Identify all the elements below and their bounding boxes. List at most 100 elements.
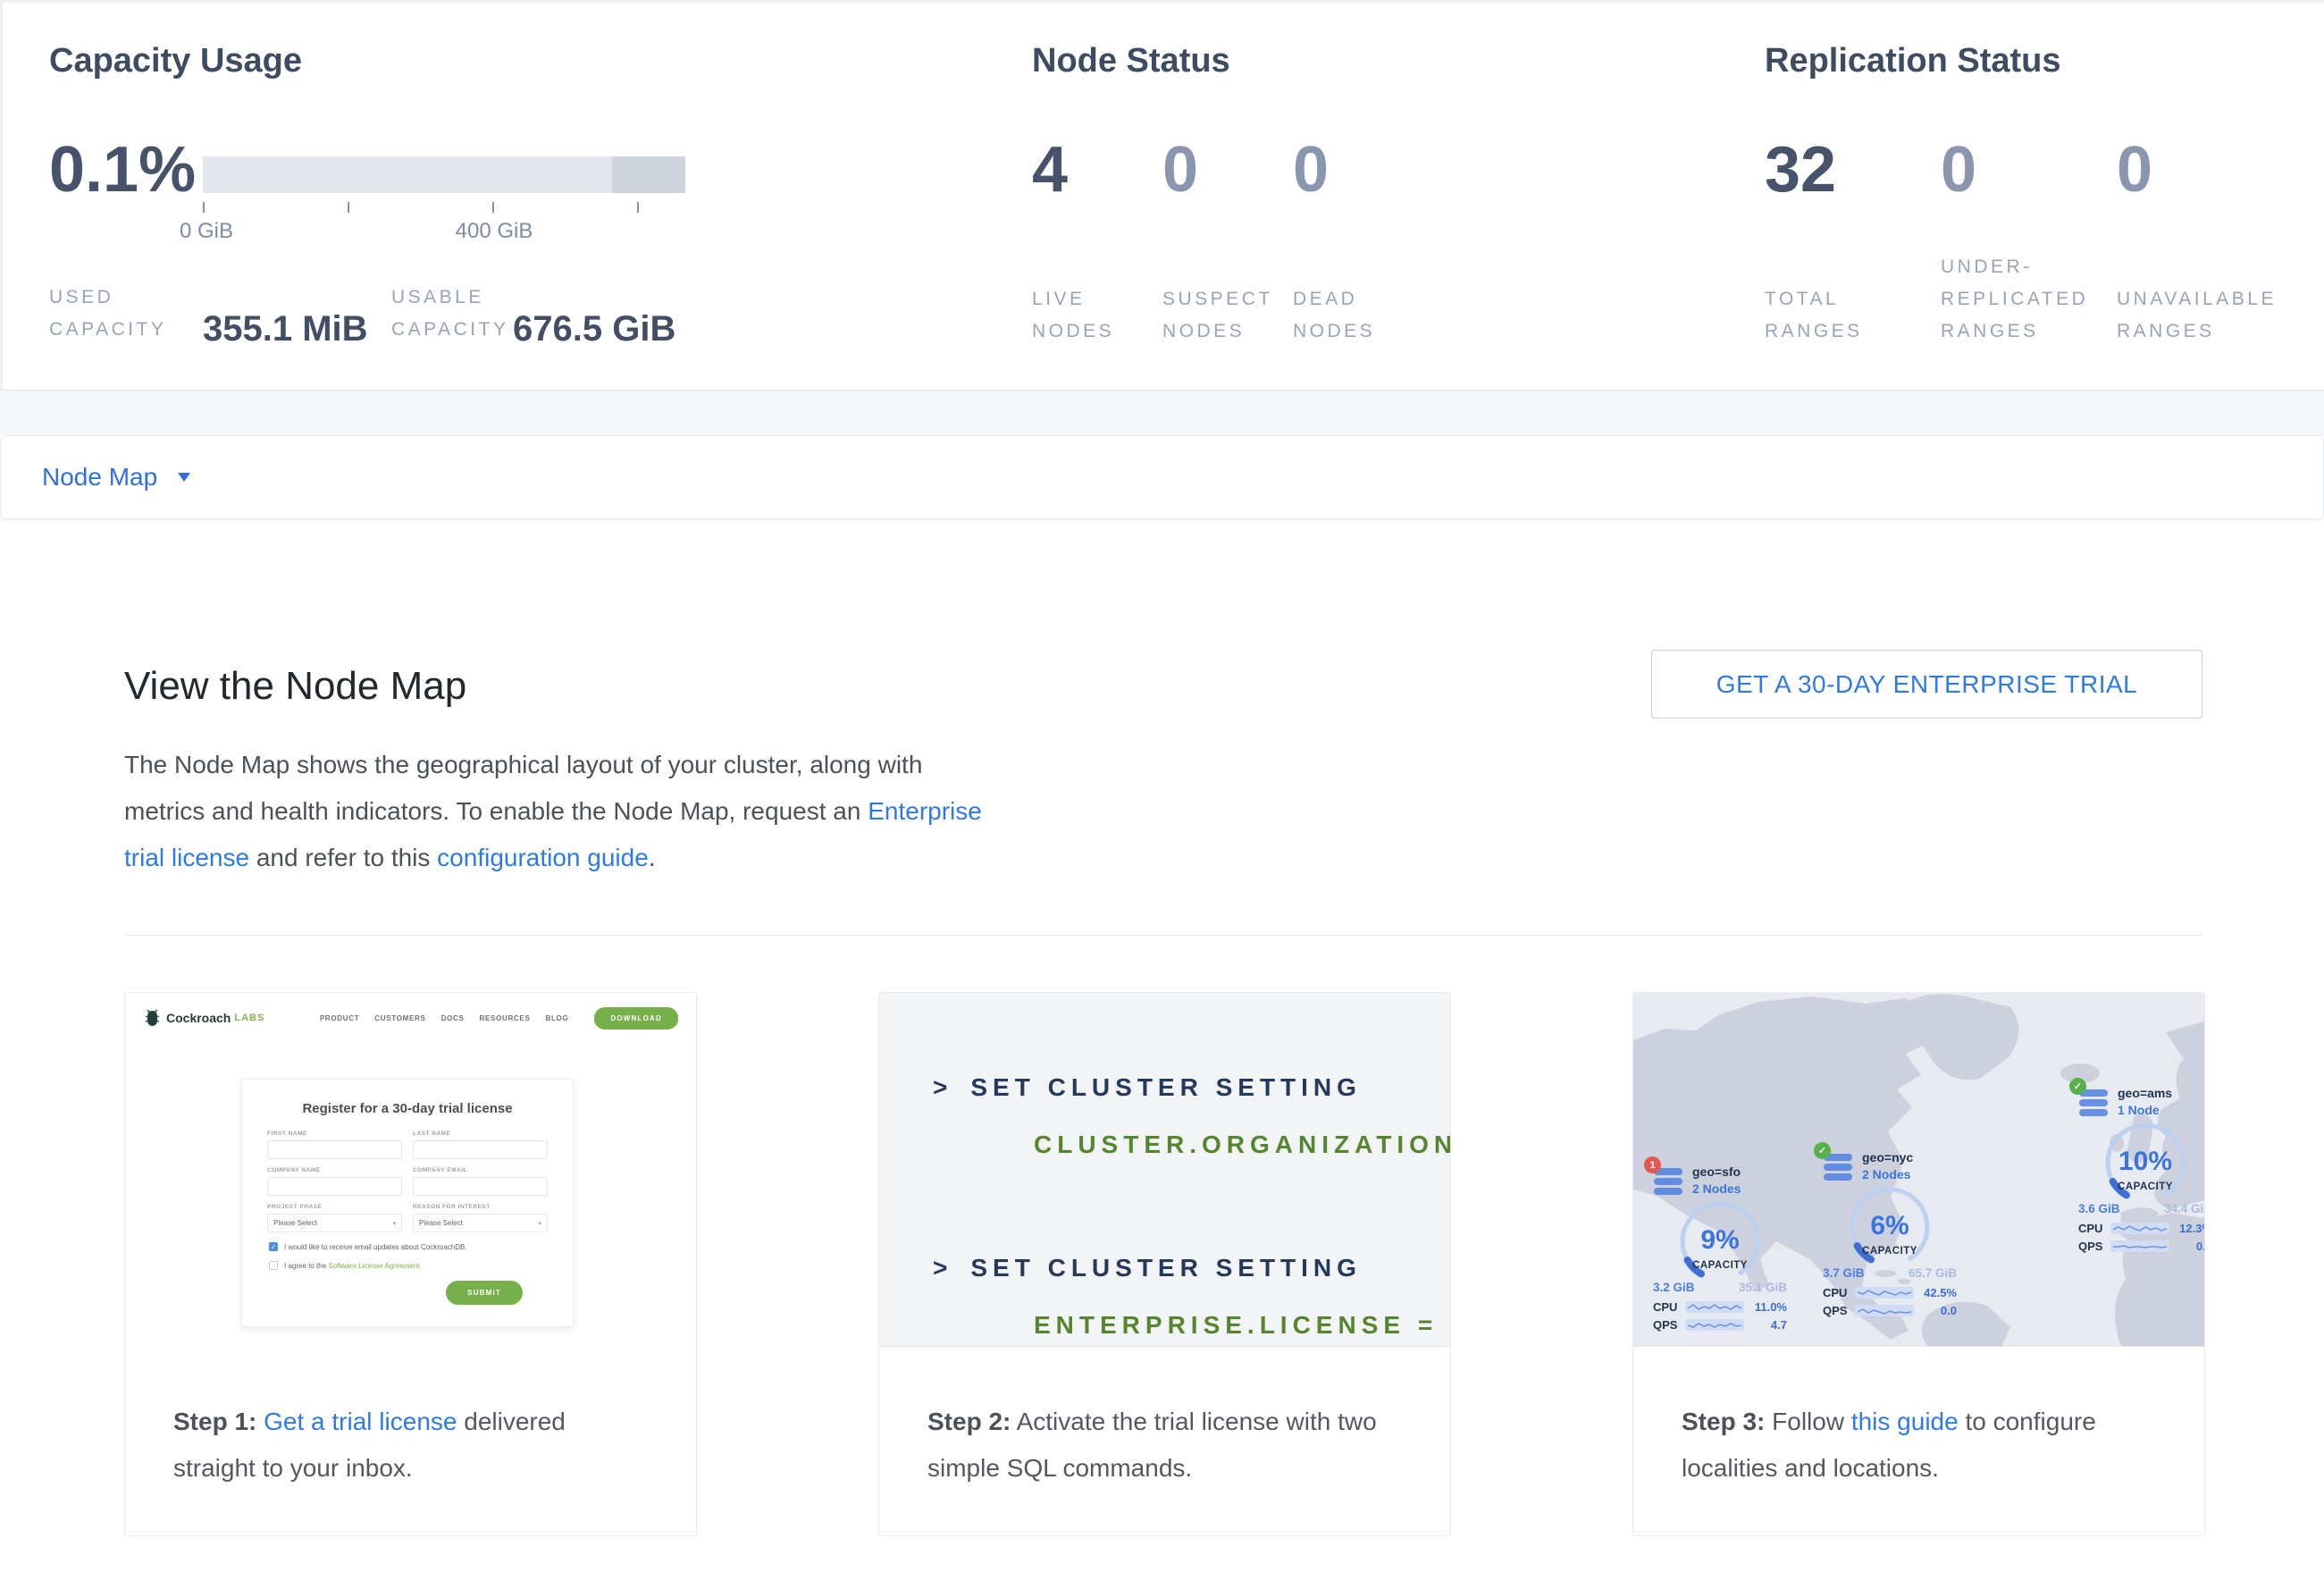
qps-sparkline [1855, 1305, 1914, 1316]
description-text: The Node Map shows the geographical layo… [124, 751, 922, 825]
mini-nav-docs: DOCS [441, 1014, 465, 1022]
capacity-percent: 6% [1870, 1211, 1909, 1240]
axis-tick [492, 202, 494, 213]
mini-field-last-name: LAST NAME [413, 1131, 548, 1159]
enterprise-trial-button[interactable]: GET A 30-DAY ENTERPRISE TRIAL [1651, 650, 2202, 719]
trial-signup-screenshot: Cockroach LABS PRODUCT CUSTOMERS DOCS RE… [125, 993, 696, 1347]
capacity-gauge: 6% CAPACITY [1835, 1184, 1944, 1265]
mini-field-label: LAST NAME [413, 1131, 548, 1137]
live-nodes-count: 4 [1032, 133, 1162, 206]
this-guide-link[interactable]: this guide [1851, 1408, 1959, 1435]
mini-field-label: COMPANY NAME [267, 1167, 402, 1173]
checkbox-checked-icon: ✓ [269, 1242, 278, 1251]
mini-submit-button: SUBMIT [446, 1281, 523, 1305]
mini-field-label: COMPANY EMAIL [413, 1167, 548, 1173]
cluster-summary-panel: Capacity Usage 0.1% 0 GiB 400 GiB USED C… [0, 0, 2324, 391]
mini-field-project-phase: PROJECT PHASE Please Select ▾ [267, 1204, 402, 1232]
error-badge-icon: 1 [1644, 1156, 1661, 1173]
capacity-gauge-label: CAPACITY [1862, 1246, 1917, 1257]
mini-register-form: Register for a 30-day trial license FIRS… [241, 1079, 574, 1327]
capacity-used-gib: 3.7 GiB [1823, 1266, 1865, 1280]
sql-commands-illustration: > SET CLUSTER SETTING CLUSTER.ORGANIZATIO… [879, 993, 1450, 1347]
qps-value: 4.7 [1771, 1318, 1787, 1332]
capacity-gauge-label: CAPACITY [2118, 1181, 2173, 1192]
step1-caption: Step 1: Get a trial license delivered st… [125, 1347, 696, 1492]
sql-command: SET CLUSTER SETTING [970, 1254, 1362, 1282]
cpu-label: CPU [1653, 1300, 1685, 1314]
qps-sparkline [1685, 1319, 1744, 1331]
description-text: and refer to this [249, 844, 437, 871]
checkbox-empty-icon [269, 1261, 278, 1270]
cpu-value: 42.5% [1924, 1286, 1957, 1299]
dead-nodes-count: 0 [1293, 133, 1423, 206]
mini-form-title: Register for a 30-day trial license [242, 1101, 573, 1116]
under-replicated-ranges-label: UNDER-REPLICATED RANGES [1941, 251, 2117, 348]
node-map-illustration: 1 geo=sfo 2 Nodes 9% CAPACITY 3.2 GiB35.… [1633, 993, 2204, 1347]
get-trial-license-link[interactable]: Get a trial license [264, 1408, 457, 1435]
mini-select-caret-icon: ▾ [538, 1220, 541, 1227]
replication-status-title: Replication Status [1765, 42, 2061, 80]
cockroach-logo-icon [145, 1009, 160, 1027]
capacity-gauge-label: CAPACITY [1692, 1260, 1748, 1271]
under-replicated-ranges-count: 0 [1941, 133, 2117, 206]
mini-nav-resources: RESOURCES [480, 1014, 531, 1022]
node-status-title: Node Status [1032, 42, 1230, 80]
mini-field-label: FIRST NAME [267, 1131, 402, 1137]
mini-nav-customers: CUSTOMERS [374, 1014, 425, 1022]
unavailable-ranges-label: UNAVAILABLE RANGES [2117, 283, 2293, 348]
section-divider [124, 935, 2202, 936]
database-icon [2078, 1089, 2109, 1116]
mini-checkbox-updates: ✓ I would like to receive email updates … [269, 1242, 573, 1251]
mini-nav-blog: BLOG [545, 1014, 568, 1022]
live-nodes-label: LIVE NODES [1032, 283, 1162, 348]
mini-field-label: PROJECT PHASE [267, 1204, 402, 1210]
mini-text-input [413, 1140, 548, 1159]
page-title: View the Node Map [124, 664, 466, 709]
axis-tick [348, 202, 349, 213]
mini-field-label: REASON FOR INTEREST [413, 1204, 548, 1210]
total-ranges-count: 32 [1765, 133, 1941, 206]
capacity-used-gib: 3.2 GiB [1653, 1281, 1695, 1294]
view-selector-dropdown[interactable]: Node Map [0, 435, 2324, 519]
capacity-percent: 9% [1700, 1225, 1739, 1255]
ok-badge-icon: ✓ [1814, 1142, 1831, 1159]
mini-site-header: Cockroach LABS PRODUCT CUSTOMERS DOCS RE… [145, 1004, 678, 1032]
step2-caption: Step 2: Activate the trial license with … [879, 1347, 1450, 1492]
step-number: Step 3: [1682, 1408, 1765, 1435]
configuration-guide-link[interactable]: configuration guide [437, 844, 649, 871]
step3-caption: Step 3: Follow this guide to configure l… [1633, 1347, 2204, 1492]
qps-label: QPS [1653, 1318, 1685, 1332]
mini-field-company-email: COMPANY EMAIL [413, 1167, 548, 1196]
locality-name: geo=nyc [1862, 1150, 1913, 1164]
sql-prompt: > [933, 1073, 952, 1101]
capacity-used-gib: 3.6 GiB [2078, 1202, 2120, 1215]
mini-select-value: Please Select [273, 1219, 317, 1227]
mini-download-button: DOWNLOAD [594, 1007, 678, 1030]
mini-site-brand-suffix: LABS [234, 1013, 264, 1023]
locality-name: geo=sfo [1692, 1164, 1741, 1179]
capacity-bar [203, 156, 685, 193]
capacity-total-gib: 65.7 GiB [1909, 1266, 1957, 1280]
locality-name: geo=ams [2118, 1086, 2172, 1100]
qps-value: 0.0 [1941, 1304, 1957, 1317]
usable-capacity-value: 676.5 GiB [513, 309, 675, 349]
chevron-down-icon [177, 472, 191, 483]
sql-argument: CLUSTER.ORGANIZATION = [1034, 1127, 1450, 1163]
step-number: Step 1: [173, 1408, 256, 1435]
axis-tick-label: 400 GiB [456, 219, 533, 244]
mini-field-company-name: COMPANY NAME [267, 1167, 402, 1196]
sql-argument: ENTERPRISE.LICENSE = [1034, 1307, 1450, 1343]
cpu-sparkline [1685, 1301, 1744, 1313]
dead-nodes-label: DEAD NODES [1293, 283, 1423, 348]
step-number: Step 2: [927, 1408, 1011, 1435]
usable-capacity-label: USABLE CAPACITY [391, 282, 513, 346]
capacity-total-gib: 34.4 GiB [2164, 1202, 2204, 1215]
view-selector-label: Node Map [42, 463, 157, 492]
database-icon [1653, 1168, 1683, 1195]
qps-label: QPS [2078, 1240, 2110, 1253]
mini-license-agreement-link: Software License Agreement. [328, 1262, 422, 1270]
qps-value: 0.0 [2196, 1240, 2204, 1253]
nodemap-description: The Node Map shows the geographical layo… [124, 742, 986, 881]
mini-select-value: Please Select [419, 1219, 463, 1227]
qps-label: QPS [1823, 1304, 1855, 1317]
